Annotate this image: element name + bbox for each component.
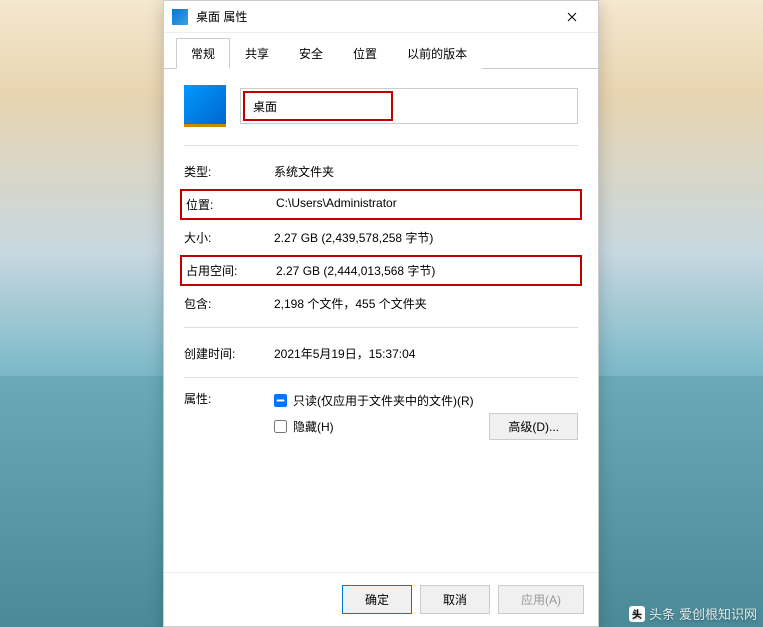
label-type: 类型: xyxy=(184,163,274,180)
value-size: 2.27 GB (2,439,578,258 字节) xyxy=(274,229,578,246)
tab-strip: 常规 共享 安全 位置 以前的版本 xyxy=(164,33,598,69)
row-size: 大小: 2.27 GB (2,439,578,258 字节) xyxy=(184,222,578,253)
ok-button[interactable]: 确定 xyxy=(342,585,412,614)
cancel-button[interactable]: 取消 xyxy=(420,585,490,614)
tab-sharing[interactable]: 共享 xyxy=(230,38,284,69)
tab-location[interactable]: 位置 xyxy=(338,38,392,69)
divider xyxy=(184,145,578,146)
row-attributes: 属性: 只读(仅应用于文件夹中的文件)(R) 隐藏(H) 高级(D)... xyxy=(184,388,578,440)
label-size: 大小: xyxy=(184,229,274,246)
value-size-on-disk: 2.27 GB (2,444,013,568 字节) xyxy=(276,262,576,279)
value-type: 系统文件夹 xyxy=(274,163,578,180)
dialog-footer: 确定 取消 应用(A) xyxy=(164,572,598,626)
watermark: 头 头条 爱创根知识网 xyxy=(629,604,757,623)
watermark-source: 头条 xyxy=(649,604,675,623)
name-field-wrap xyxy=(240,88,578,124)
desktop-icon xyxy=(184,85,226,127)
row-created: 创建时间: 2021年5月19日，15:37:04 xyxy=(184,338,578,369)
value-contains: 2,198 个文件，455 个文件夹 xyxy=(274,295,578,312)
folder-name-input[interactable] xyxy=(243,91,393,121)
hidden-checkbox-row[interactable]: 隐藏(H) xyxy=(274,414,334,439)
toutiao-icon: 头 xyxy=(629,606,645,622)
label-created: 创建时间: xyxy=(184,345,274,362)
folder-header xyxy=(184,85,578,127)
tab-security[interactable]: 安全 xyxy=(284,38,338,69)
tab-content-general: 类型: 系统文件夹 位置: C:\Users\Administrator 大小:… xyxy=(164,69,598,572)
apply-button[interactable]: 应用(A) xyxy=(498,585,584,614)
readonly-checkbox[interactable] xyxy=(274,394,287,407)
label-size-on-disk: 占用空间: xyxy=(186,262,276,279)
divider xyxy=(184,327,578,328)
tab-general[interactable]: 常规 xyxy=(176,38,230,69)
hidden-label: 隐藏(H) xyxy=(293,418,334,435)
watermark-brand: 爱创根知识网 xyxy=(679,604,757,623)
readonly-label: 只读(仅应用于文件夹中的文件)(R) xyxy=(293,392,474,409)
close-icon xyxy=(567,12,577,22)
value-created: 2021年5月19日，15:37:04 xyxy=(274,345,578,362)
window-title: 桌面 属性 xyxy=(196,8,554,25)
properties-dialog: 桌面 属性 常规 共享 安全 位置 以前的版本 类型: 系统文件夹 位置: C:… xyxy=(163,0,599,627)
tab-previous-versions[interactable]: 以前的版本 xyxy=(392,38,482,69)
value-location: C:\Users\Administrator xyxy=(276,196,576,213)
desktop-folder-icon xyxy=(172,9,188,25)
row-size-on-disk: 占用空间: 2.27 GB (2,444,013,568 字节) xyxy=(180,255,582,286)
close-button[interactable] xyxy=(554,3,590,31)
advanced-button[interactable]: 高级(D)... xyxy=(489,413,578,440)
readonly-checkbox-row[interactable]: 只读(仅应用于文件夹中的文件)(R) xyxy=(274,388,578,413)
row-location: 位置: C:\Users\Administrator xyxy=(180,189,582,220)
row-type: 类型: 系统文件夹 xyxy=(184,156,578,187)
divider xyxy=(184,377,578,378)
label-attributes: 属性: xyxy=(184,388,274,440)
row-contains: 包含: 2,198 个文件，455 个文件夹 xyxy=(184,288,578,319)
titlebar: 桌面 属性 xyxy=(164,1,598,33)
hidden-checkbox[interactable] xyxy=(274,420,287,433)
label-location: 位置: xyxy=(186,196,276,213)
label-contains: 包含: xyxy=(184,295,274,312)
